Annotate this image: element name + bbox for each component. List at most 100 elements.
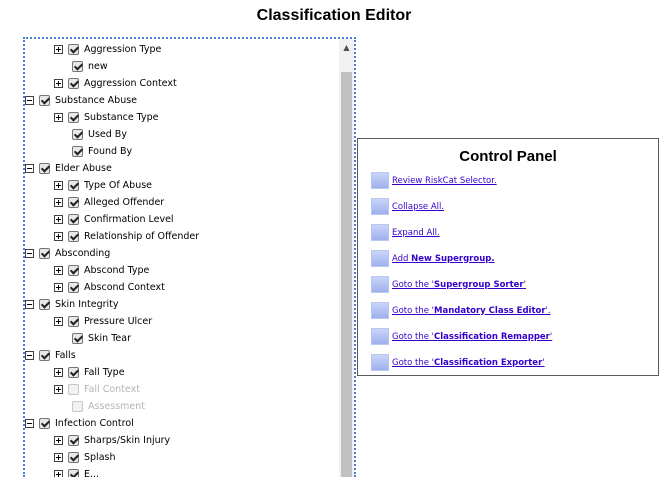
- classification-tree-panel[interactable]: Aggression Type new Aggression Context Subs…: [23, 37, 356, 477]
- tree-node[interactable]: E...: [54, 466, 99, 477]
- tree-node[interactable]: Abscond Context: [54, 279, 165, 296]
- link-text: Goto the ': [392, 305, 435, 316]
- action-square-icon: [371, 172, 389, 189]
- tree-node-label: Relationship of Offender: [84, 231, 200, 242]
- collapse-minus-icon[interactable]: [25, 351, 34, 360]
- collapse-all-link[interactable]: Collapse All.: [392, 202, 444, 212]
- goto-classification-remapper-link[interactable]: Goto the 'Classification Remapper': [392, 332, 552, 342]
- expand-plus-icon[interactable]: [54, 113, 63, 122]
- collapse-minus-icon[interactable]: [25, 96, 34, 105]
- tree-node[interactable]: Elder Abuse: [25, 160, 112, 177]
- expand-plus-icon[interactable]: [54, 368, 63, 377]
- link-suffix-text: '.: [545, 305, 551, 316]
- tree-node[interactable]: Fall Type: [54, 364, 125, 381]
- tree-node[interactable]: Substance Type: [54, 109, 159, 126]
- tree-node-checkbox[interactable]: [68, 282, 79, 293]
- expand-plus-icon[interactable]: [54, 215, 63, 224]
- expand-plus-icon[interactable]: [54, 198, 63, 207]
- tree-node[interactable]: Assessment: [72, 398, 145, 415]
- tree-node[interactable]: Type Of Abuse: [54, 177, 152, 194]
- expand-plus-icon[interactable]: [54, 436, 63, 445]
- tree-node[interactable]: Fall Context: [54, 381, 140, 398]
- control-panel-item: Goto the 'Supergroup Sorter': [371, 276, 526, 293]
- tree-node-checkbox[interactable]: [68, 197, 79, 208]
- add-new-supergroup-link[interactable]: Add New Supergroup.: [392, 254, 495, 264]
- tree-node[interactable]: Skin Integrity: [25, 296, 119, 313]
- link-bold-text: New Supergroup.: [411, 253, 495, 264]
- link-text: Goto the ': [392, 279, 435, 290]
- tree-node-checkbox[interactable]: [39, 163, 50, 174]
- tree-node-checkbox[interactable]: [68, 265, 79, 276]
- expand-plus-icon[interactable]: [54, 266, 63, 275]
- tree-node[interactable]: Skin Tear: [72, 330, 131, 347]
- tree-node-checkbox[interactable]: [39, 418, 50, 429]
- tree-node[interactable]: Splash: [54, 449, 116, 466]
- tree-node[interactable]: Alleged Offender: [54, 194, 164, 211]
- tree-node-checkbox[interactable]: [68, 316, 79, 327]
- tree-node[interactable]: Found By: [72, 143, 132, 160]
- goto-mandatory-class-editor-link[interactable]: Goto the 'Mandatory Class Editor'.: [392, 306, 551, 316]
- action-square-icon: [371, 224, 389, 241]
- collapse-minus-icon[interactable]: [25, 164, 34, 173]
- tree-node-checkbox[interactable]: [68, 214, 79, 225]
- tree-node-label: Aggression Context: [84, 78, 177, 89]
- tree-node-checkbox[interactable]: [68, 112, 79, 123]
- tree-node-checkbox[interactable]: [68, 367, 79, 378]
- tree-node[interactable]: Absconding: [25, 245, 110, 262]
- tree-node-checkbox[interactable]: [39, 350, 50, 361]
- tree-node-checkbox[interactable]: [72, 146, 83, 157]
- tree-node-checkbox[interactable]: [72, 61, 83, 72]
- tree-node-checkbox[interactable]: [39, 248, 50, 259]
- tree-node[interactable]: Abscond Type: [54, 262, 149, 279]
- tree-node-checkbox[interactable]: [39, 299, 50, 310]
- action-square-icon: [371, 276, 389, 293]
- tree-node-label: Alleged Offender: [84, 197, 165, 208]
- tree-node[interactable]: Infection Control: [25, 415, 134, 432]
- tree-node[interactable]: Relationship of Offender: [54, 228, 199, 245]
- tree-node-checkbox[interactable]: [68, 44, 79, 55]
- goto-supergroup-sorter-link[interactable]: Goto the 'Supergroup Sorter': [392, 280, 526, 290]
- goto-classification-exporter-link[interactable]: Goto the 'Classification Exporter': [392, 358, 545, 368]
- control-panel-item: Collapse All.: [371, 198, 444, 215]
- collapse-minus-icon[interactable]: [25, 249, 34, 258]
- expand-plus-icon[interactable]: [54, 45, 63, 54]
- tree-node-label: Elder Abuse: [55, 163, 112, 174]
- collapse-minus-icon[interactable]: [25, 300, 34, 309]
- expand-plus-icon[interactable]: [54, 470, 63, 477]
- tree-node[interactable]: Sharps/Skin Injury: [54, 432, 170, 449]
- action-square-icon: [371, 354, 389, 371]
- tree-node-checkbox[interactable]: [68, 78, 79, 89]
- expand-plus-icon[interactable]: [54, 317, 63, 326]
- tree-node-checkbox[interactable]: [72, 129, 83, 140]
- expand-plus-icon[interactable]: [54, 232, 63, 241]
- scrollbar-thumb[interactable]: [341, 72, 352, 477]
- expand-plus-icon[interactable]: [54, 453, 63, 462]
- tree-node-checkbox[interactable]: [68, 180, 79, 191]
- tree-node[interactable]: Aggression Context: [54, 75, 177, 92]
- tree-node[interactable]: Aggression Type: [54, 41, 161, 58]
- tree-node[interactable]: Falls: [25, 347, 76, 364]
- tree-node-checkbox[interactable]: [68, 452, 79, 463]
- tree-node[interactable]: Pressure Ulcer: [54, 313, 152, 330]
- tree-node[interactable]: Used By: [72, 126, 127, 143]
- expand-plus-icon[interactable]: [54, 283, 63, 292]
- scroll-up-arrow-icon[interactable]: ▲: [339, 39, 354, 56]
- expand-plus-icon[interactable]: [54, 79, 63, 88]
- expand-plus-icon[interactable]: [54, 385, 63, 394]
- review-riskcat-link[interactable]: Review RiskCat Selector.: [392, 176, 497, 186]
- collapse-minus-icon[interactable]: [25, 419, 34, 428]
- tree-node-checkbox[interactable]: [68, 231, 79, 242]
- tree-node[interactable]: Substance Abuse: [25, 92, 137, 109]
- tree-node-checkbox[interactable]: [68, 435, 79, 446]
- expand-plus-icon[interactable]: [54, 181, 63, 190]
- tree-node-checkbox[interactable]: [68, 469, 79, 477]
- expand-all-link[interactable]: Expand All.: [392, 228, 440, 238]
- tree-node-checkbox[interactable]: [39, 95, 50, 106]
- tree-node-label: Aggression Type: [84, 44, 162, 55]
- tree-node[interactable]: new: [72, 58, 108, 75]
- tree-node[interactable]: Confirmation Level: [54, 211, 174, 228]
- link-text: Add: [392, 253, 412, 264]
- control-panel-item: Goto the 'Classification Exporter': [371, 354, 545, 371]
- tree-scrollbar[interactable]: ▲: [339, 39, 354, 477]
- tree-node-checkbox[interactable]: [72, 333, 83, 344]
